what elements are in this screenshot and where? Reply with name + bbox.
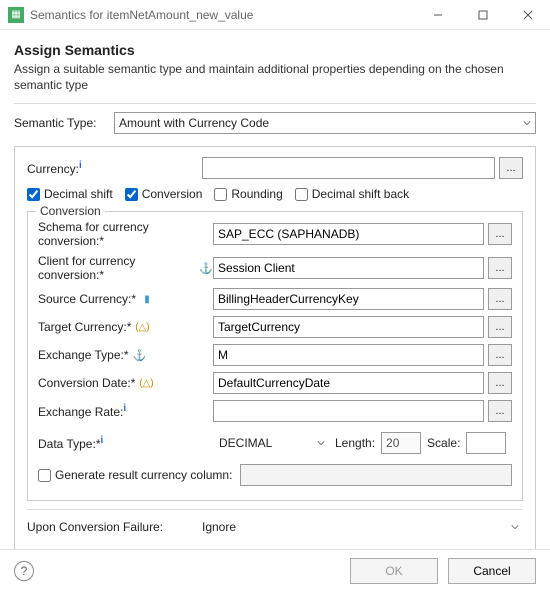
data-type-select[interactable]: DECIMAL [219, 436, 329, 450]
client-browse-button[interactable]: ... [488, 257, 512, 279]
close-button[interactable] [505, 0, 550, 30]
parameter-icon: (△) [139, 378, 153, 389]
conversion-date-browse-button[interactable]: ... [488, 372, 512, 394]
help-button[interactable]: ? [14, 561, 34, 581]
semantic-type-select[interactable]: Amount with Currency Code [114, 112, 536, 134]
settings-panel: Currency:i ... Decimal shift Conversion … [14, 146, 536, 549]
chevron-down-icon [511, 520, 519, 534]
schema-label: Schema for currency conversion:* [38, 220, 213, 248]
currency-row: Currency:i ... [27, 157, 523, 179]
source-currency-input[interactable] [213, 288, 484, 310]
semantic-type-row: Semantic Type: Amount with Currency Code [14, 103, 536, 134]
currency-label: Currency:i [27, 160, 82, 176]
app-icon: ▦ [8, 7, 24, 23]
source-currency-browse-button[interactable]: ... [488, 288, 512, 310]
cancel-button[interactable]: Cancel [448, 558, 536, 584]
target-currency-browse-button[interactable]: ... [488, 316, 512, 338]
upon-failure-label: Upon Conversion Failure: [27, 520, 163, 534]
client-input[interactable] [213, 257, 484, 279]
title-bar: ▦ Semantics for itemNetAmount_new_value [0, 0, 550, 30]
minimize-button[interactable] [415, 0, 460, 30]
scale-label: Scale: [427, 436, 460, 450]
target-currency-label: Target Currency:* [38, 320, 131, 334]
anchor-icon: ⚓ [133, 349, 147, 362]
exchange-type-browse-button[interactable]: ... [488, 344, 512, 366]
chevron-down-icon [317, 436, 325, 450]
length-label: Length: [335, 436, 375, 450]
generate-result-checkbox[interactable]: Generate result currency column: [38, 468, 232, 482]
chevron-down-icon [523, 116, 531, 130]
source-currency-label: Source Currency:* [38, 292, 136, 306]
currency-browse-button[interactable]: ... [499, 157, 523, 179]
decimal-shift-back-checkbox[interactable]: Decimal shift back [295, 187, 409, 201]
info-icon: i [100, 435, 103, 446]
exchange-rate-label: Exchange Rate:i [38, 403, 126, 419]
dialog-body: Assign Semantics Assign a suitable seman… [0, 30, 550, 549]
window-title: Semantics for itemNetAmount_new_value [30, 8, 415, 22]
info-icon: i [79, 160, 82, 171]
ok-button[interactable]: OK [350, 558, 438, 584]
options-row: Decimal shift Conversion Rounding Decima… [27, 187, 523, 201]
exchange-type-input[interactable] [213, 344, 484, 366]
conversion-legend: Conversion [36, 204, 105, 218]
schema-input[interactable] [213, 223, 484, 245]
target-currency-input[interactable] [213, 316, 484, 338]
rounding-checkbox[interactable]: Rounding [214, 187, 282, 201]
exchange-rate-input[interactable] [213, 400, 484, 422]
button-bar: ? OK Cancel [0, 549, 550, 594]
decimal-shift-checkbox[interactable]: Decimal shift [27, 187, 113, 201]
generate-result-input [240, 464, 512, 486]
schema-browse-button[interactable]: ... [488, 223, 512, 245]
upon-failure-select[interactable]: Ignore [202, 520, 523, 534]
conversion-group: Conversion Schema for currency conversio… [27, 211, 523, 501]
exchange-type-label: Exchange Type:* [38, 348, 129, 362]
client-label: Client for currency conversion:* [38, 254, 195, 282]
conversion-checkbox[interactable]: Conversion [125, 187, 203, 201]
info-icon: i [123, 403, 126, 414]
column-icon: ▮ [140, 294, 154, 305]
exchange-rate-browse-button[interactable]: ... [488, 400, 512, 422]
page-title: Assign Semantics [14, 42, 536, 58]
maximize-button[interactable] [460, 0, 505, 30]
data-type-label: Data Type:*i [38, 437, 103, 451]
page-description: Assign a suitable semantic type and main… [14, 62, 536, 93]
parameter-icon: (△) [135, 322, 149, 333]
scale-input[interactable] [466, 432, 506, 454]
anchor-icon: ⚓ [199, 262, 213, 275]
currency-input[interactable] [202, 157, 495, 179]
conversion-date-input[interactable] [213, 372, 484, 394]
length-input [381, 432, 421, 454]
semantic-type-label: Semantic Type: [14, 116, 114, 130]
conversion-date-label: Conversion Date:* [38, 376, 135, 390]
